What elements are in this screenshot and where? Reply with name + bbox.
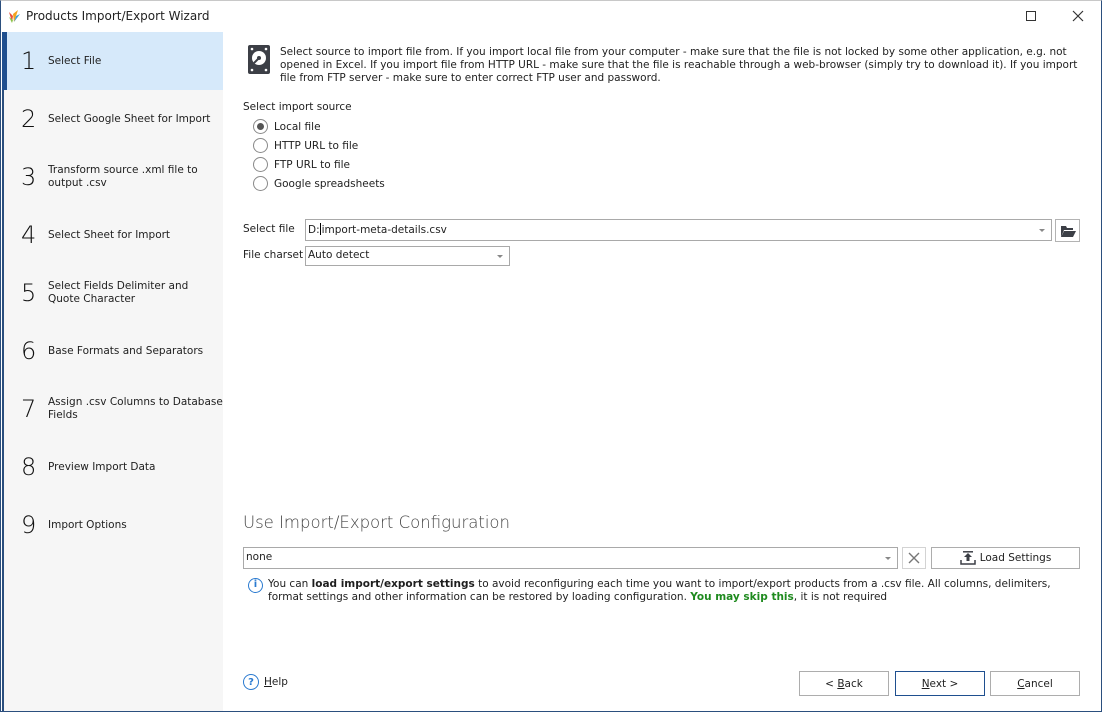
step-label: Preview Import Data	[48, 460, 156, 473]
step-number: 4	[21, 221, 37, 249]
configuration-value: none	[246, 551, 273, 563]
accelerator-key: B	[837, 677, 845, 690]
step-label: Assign .csv Columns to Database Fields	[48, 396, 223, 421]
window-title: Products Import/Export Wizard	[26, 9, 210, 23]
radio-button[interactable]	[253, 138, 268, 153]
note-text-part: , it is not required	[793, 591, 888, 603]
clear-configuration-button[interactable]	[902, 547, 926, 569]
close-button[interactable]	[1063, 5, 1093, 27]
load-settings-label: Load Settings	[979, 552, 1052, 564]
text-cursor	[319, 223, 321, 235]
step-number: 8	[21, 453, 37, 481]
step-delimiter[interactable]: 5 Select Fields Delimiter and Quote Char…	[4, 264, 223, 322]
file-path-drive: D:	[308, 224, 320, 236]
note-text-skip: You may skip this	[690, 591, 794, 603]
step-label: Base Formats and Separators	[48, 344, 204, 357]
help-label-rest: elp	[271, 676, 288, 688]
accelerator-key: C	[1017, 677, 1025, 690]
step-transform-xml[interactable]: 3 Transform source .xml file to output .…	[4, 148, 223, 206]
step-preview[interactable]: 8 Preview Import Data	[4, 438, 223, 496]
configuration-note: You can load import/export settings to a…	[268, 578, 1088, 604]
step-number: 9	[21, 511, 37, 539]
configuration-heading: Use Import/Export Configuration	[243, 513, 510, 532]
radio-http-url[interactable]: HTTP URL to file	[253, 138, 358, 153]
step-label: Import Options	[48, 518, 127, 531]
maximize-icon	[1026, 11, 1036, 21]
step-select-google-sheet[interactable]: 2 Select Google Sheet for Import	[4, 90, 223, 148]
help-icon: ?	[243, 674, 259, 690]
radio-button[interactable]	[253, 157, 268, 172]
import-source-label: Select import source	[243, 101, 352, 113]
step-label: Transform source .xml file to output .cs…	[48, 164, 198, 189]
upload-icon	[959, 551, 976, 565]
radio-label: Google spreadsheets	[274, 177, 385, 190]
radio-ftp-url[interactable]: FTP URL to file	[253, 157, 350, 172]
step-label: Select Fields Delimiter and Quote Charac…	[48, 280, 189, 305]
step-number: 7	[21, 395, 37, 423]
chevron-down-icon[interactable]	[885, 557, 891, 560]
select-file-input[interactable]: D: import-meta-details.csv	[305, 219, 1052, 241]
cancel-label-rest: ancel	[1024, 677, 1053, 690]
accelerator-key: N	[921, 677, 930, 690]
back-button[interactable]: < Back	[799, 671, 889, 696]
cancel-button[interactable]: Cancel	[990, 671, 1080, 696]
radio-button[interactable]	[253, 176, 268, 191]
help-label: Help	[264, 676, 288, 688]
close-icon	[908, 552, 920, 564]
step-number: 3	[21, 163, 37, 191]
info-icon: i	[248, 578, 263, 593]
close-icon	[1072, 10, 1084, 22]
step-label: Select Sheet for Import	[48, 228, 171, 241]
step-label: Select File	[48, 54, 102, 67]
browse-folder-button[interactable]	[1055, 219, 1080, 242]
step-select-file[interactable]: 1 Select File	[2, 32, 223, 90]
next-button[interactable]: Next >	[895, 671, 985, 696]
step-number: 5	[21, 279, 37, 307]
hard-drive-icon	[248, 45, 270, 74]
next-label-rest: ext >	[929, 677, 959, 690]
radio-button[interactable]	[253, 119, 268, 134]
note-text-part: You can	[268, 578, 312, 590]
step-number: 6	[21, 337, 37, 365]
file-charset-label: File charset	[243, 249, 304, 261]
app-logo-icon	[9, 10, 20, 23]
main-panel: Select source to import file from. If yo…	[223, 32, 1101, 711]
folder-open-icon	[1060, 225, 1076, 237]
step-number: 2	[21, 105, 37, 133]
title-bar: Products Import/Export Wizard	[1, 1, 1101, 32]
radio-label: FTP URL to file	[274, 158, 350, 171]
instructions-text: Select source to import file from. If yo…	[280, 46, 1078, 84]
wizard-steps-sidebar: 1 Select File 2 Select Google Sheet for …	[2, 32, 223, 711]
file-charset-select[interactable]: Auto detect	[305, 246, 510, 266]
radio-google-spreadsheets[interactable]: Google spreadsheets	[253, 176, 385, 191]
wizard-window: Products Import/Export Wizard 1 Select F…	[0, 0, 1102, 712]
back-label-rest: ack	[844, 677, 863, 690]
help-link[interactable]: ? Help	[243, 674, 288, 690]
back-prefix: <	[825, 677, 838, 690]
step-label: Select Google Sheet for Import	[48, 112, 211, 125]
step-number: 1	[21, 47, 37, 75]
radio-label: HTTP URL to file	[274, 139, 359, 152]
charset-value: Auto detect	[308, 249, 370, 261]
chevron-down-icon[interactable]	[1039, 229, 1045, 232]
note-text-bold: load import/export settings	[311, 578, 475, 590]
file-path-name: import-meta-details.csv	[321, 224, 447, 236]
step-base-formats[interactable]: 6 Base Formats and Separators	[4, 322, 223, 380]
maximize-button[interactable]	[1016, 5, 1046, 27]
step-assign-columns[interactable]: 7 Assign .csv Columns to Database Fields	[4, 380, 223, 438]
step-select-sheet[interactable]: 4 Select Sheet for Import	[4, 206, 223, 264]
radio-local-file[interactable]: Local file	[253, 119, 321, 134]
radio-label: Local file	[274, 120, 321, 133]
configuration-select[interactable]: none	[243, 547, 898, 569]
accelerator-key: H	[264, 676, 272, 688]
chevron-down-icon[interactable]	[497, 255, 503, 258]
load-settings-button[interactable]: Load Settings	[931, 547, 1080, 569]
step-import-options[interactable]: 9 Import Options	[4, 496, 223, 554]
select-file-label: Select file	[243, 223, 295, 235]
